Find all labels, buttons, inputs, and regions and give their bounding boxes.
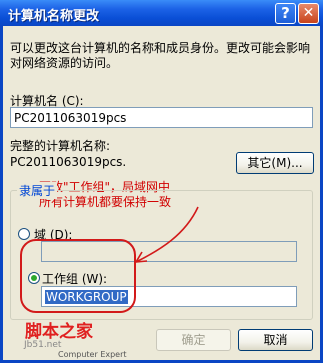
- cancel-button[interactable]: 取消: [238, 329, 313, 351]
- ok-button[interactable]: 确定: [156, 329, 231, 351]
- watermark-site-cn: 脚本之家: [25, 322, 93, 342]
- annotation-arrow-line: [135, 206, 199, 263]
- watermark-site-en: Jb51.net: [24, 340, 62, 350]
- watermark-brand: Computer Expert: [58, 350, 127, 359]
- annotation-arrow: [135, 206, 199, 263]
